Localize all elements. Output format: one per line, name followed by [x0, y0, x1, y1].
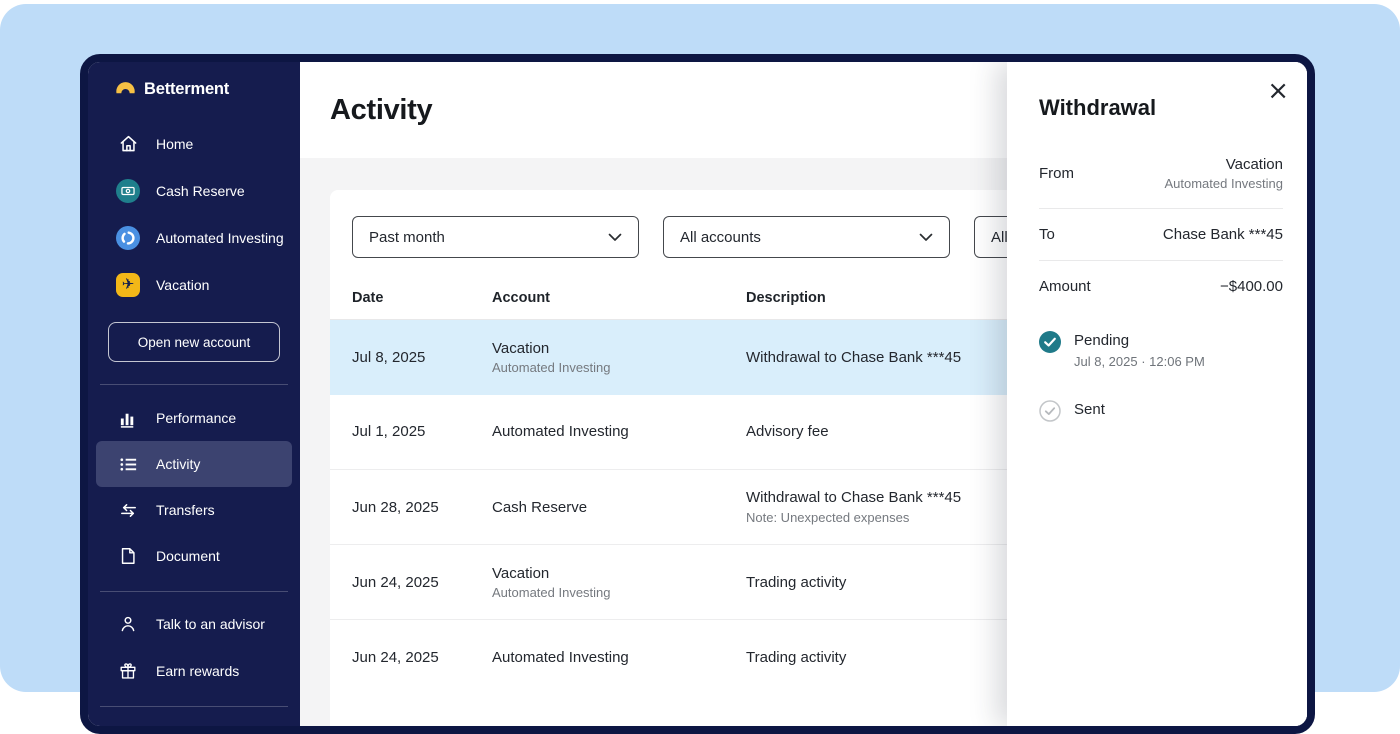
account-select[interactable]: All accounts — [663, 216, 950, 258]
sidebar-item-document[interactable]: Document — [96, 533, 292, 579]
amount-value: −$400.00 — [1220, 278, 1283, 295]
cell-date: Jun 24, 2025 — [330, 545, 492, 620]
cell-account: Vacation Automated Investing — [492, 320, 746, 395]
sidebar-activity-group: Performance Activity — [88, 395, 300, 579]
account-name: Vacation — [492, 565, 746, 582]
detail-row-from: From Vacation Automated Investing — [1039, 139, 1283, 209]
detail-row-amount: Amount −$400.00 — [1039, 261, 1283, 312]
automated-investing-icon — [116, 226, 140, 250]
sidebar-item-label: Vacation — [156, 277, 209, 293]
pending-timestamp: Jul 8, 2025 · 12:06 PM — [1074, 354, 1205, 369]
withdrawal-detail-panel: × Withdrawal From Vacation Automated Inv… — [1007, 62, 1307, 726]
sent-label: Sent — [1074, 399, 1105, 418]
sidebar-accounts-group: Home Cash Reserve Automated Investi — [88, 120, 300, 308]
timeline-item-sent: Sent — [1039, 399, 1283, 422]
activity-list-icon — [116, 452, 140, 476]
sidebar: Betterment Home — [88, 62, 300, 726]
sidebar-divider — [100, 706, 288, 707]
account-select-value: All accounts — [680, 229, 761, 246]
amount-label: Amount — [1039, 278, 1091, 295]
betterment-logo-icon — [114, 75, 137, 103]
cell-date: Jun 24, 2025 — [330, 620, 492, 695]
chevron-down-icon — [608, 229, 622, 246]
cell-date: Jul 8, 2025 — [330, 320, 492, 395]
type-select-value: All — [991, 229, 1008, 246]
home-icon — [116, 132, 140, 156]
sidebar-item-performance[interactable]: Performance — [96, 395, 292, 441]
cell-account: Automated Investing — [492, 620, 746, 695]
status-timeline: Pending Jul 8, 2025 · 12:06 PM Sent — [1039, 330, 1283, 422]
sidebar-divider — [100, 591, 288, 592]
from-label: From — [1039, 165, 1074, 182]
cell-account: Automated Investing — [492, 395, 746, 470]
cell-account: Cash Reserve — [492, 470, 746, 545]
app-window: Betterment Home — [80, 54, 1315, 734]
sidebar-item-label: Document — [156, 548, 220, 564]
sidebar-support-group: Talk to an advisor Earn rewards — [88, 600, 300, 694]
to-label: To — [1039, 226, 1055, 243]
chevron-down-icon — [919, 229, 933, 246]
cash-reserve-icon — [116, 179, 140, 203]
timeline-text: Sent — [1074, 399, 1105, 418]
sidebar-item-label: Transfers — [156, 502, 215, 518]
sidebar-item-activity[interactable]: Activity — [96, 441, 292, 487]
cell-account: Vacation Automated Investing — [492, 545, 746, 620]
betterment-logo: Betterment — [88, 62, 300, 100]
from-value: Vacation Automated Investing — [1164, 156, 1283, 191]
to-value: Chase Bank ***45 — [1163, 226, 1283, 243]
sidebar-item-label: Performance — [156, 410, 236, 426]
column-header-date: Date — [330, 276, 492, 320]
cell-date: Jun 28, 2025 — [330, 470, 492, 545]
sidebar-item-label: Earn rewards — [156, 663, 239, 679]
date-range-value: Past month — [369, 229, 445, 246]
logo-wordmark: Betterment — [144, 80, 229, 99]
sidebar-item-transfers[interactable]: Transfers — [96, 487, 292, 533]
panel-title: Withdrawal — [1039, 95, 1283, 121]
sidebar-item-label: Activity — [156, 456, 200, 472]
sidebar-item-label: Cash Reserve — [156, 183, 245, 199]
transfers-icon — [116, 498, 140, 522]
sidebar-item-label: Automated Investing — [156, 230, 284, 246]
close-icon[interactable]: × — [1267, 78, 1289, 104]
timeline-text: Pending Jul 8, 2025 · 12:06 PM — [1074, 330, 1205, 369]
sidebar-item-cash-reserve[interactable]: Cash Reserve — [88, 167, 300, 214]
column-header-account: Account — [492, 276, 746, 320]
account-name: Vacation — [492, 340, 746, 357]
sidebar-item-earn-rewards[interactable]: Earn rewards — [88, 647, 300, 694]
pending-label: Pending — [1074, 330, 1205, 349]
account-subtype: Automated Investing — [492, 360, 746, 375]
sidebar-divider — [100, 384, 288, 385]
document-icon — [116, 544, 140, 568]
from-account: Vacation — [1164, 156, 1283, 173]
account-subtype: Automated Investing — [492, 585, 746, 600]
check-circle-outline-icon — [1039, 400, 1061, 422]
sidebar-item-automated-investing[interactable]: Automated Investing — [88, 214, 300, 261]
detail-row-to: To Chase Bank ***45 — [1039, 209, 1283, 261]
timeline-item-pending: Pending Jul 8, 2025 · 12:06 PM — [1039, 330, 1283, 369]
date-range-select[interactable]: Past month — [352, 216, 639, 258]
sidebar-item-talk-to-advisor[interactable]: Talk to an advisor — [88, 600, 300, 647]
main-content: Activity Past month All accounts All — [300, 62, 1307, 726]
check-circle-filled-icon — [1039, 331, 1061, 353]
page-title: Activity — [330, 94, 432, 127]
sidebar-item-label: Home — [156, 136, 193, 152]
gift-icon — [116, 659, 140, 683]
performance-icon — [116, 406, 140, 430]
cell-date: Jul 1, 2025 — [330, 395, 492, 470]
sidebar-item-vacation[interactable]: ✈ Vacation — [88, 261, 300, 308]
advisor-person-icon — [116, 612, 140, 636]
open-new-account-button[interactable]: Open new account — [108, 322, 280, 362]
sidebar-item-home[interactable]: Home — [88, 120, 300, 167]
vacation-goal-icon: ✈ — [116, 273, 140, 297]
sidebar-item-label: Talk to an advisor — [156, 616, 265, 632]
from-account-subtype: Automated Investing — [1164, 176, 1283, 191]
